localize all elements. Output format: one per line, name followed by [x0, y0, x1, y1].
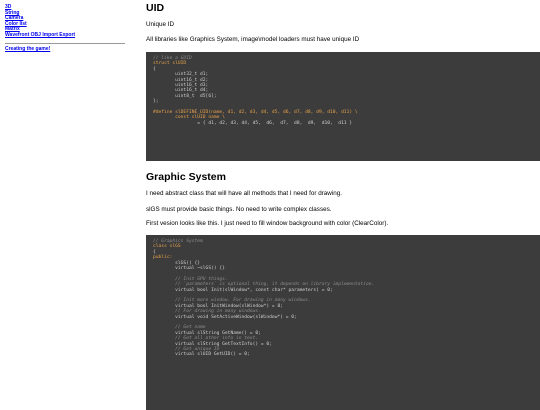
code-block-graphics-system: // Graphics System class slGS{public: slG…: [146, 235, 540, 410]
uid-intro-text: Unique ID: [146, 21, 175, 28]
sidebar-divider: [5, 42, 125, 44]
code-line: = { d1, d2, d3, d4, d5, d6, d7, d8, d9, …: [153, 120, 353, 126]
graphics-text-3: First vesion looks like this. I just nee…: [146, 220, 389, 227]
sidebar-link-wavefront-obj[interactable]: Wavefront OBJ Import Export: [5, 32, 127, 39]
uid-description-text: All libraries like Graphics System, imag…: [146, 36, 360, 43]
graphics-text-2: slGS must provide basic things. No need …: [146, 206, 332, 213]
section-heading-graphic-system: Graphic System: [146, 171, 226, 183]
code-block-uid: // like a GUID struct slUID{ uint32_t d1;…: [146, 52, 540, 161]
code-line: virtual slUID GetUID() = 0;: [153, 352, 250, 358]
section-heading-uid: UID: [146, 2, 165, 14]
sidebar: 3D String Camera Color list Matrix Wavef…: [5, 4, 127, 53]
sidebar-link-creating-game[interactable]: Creating the game!: [5, 46, 127, 53]
graphics-text-1: I need abstract class that will have all…: [146, 190, 343, 197]
